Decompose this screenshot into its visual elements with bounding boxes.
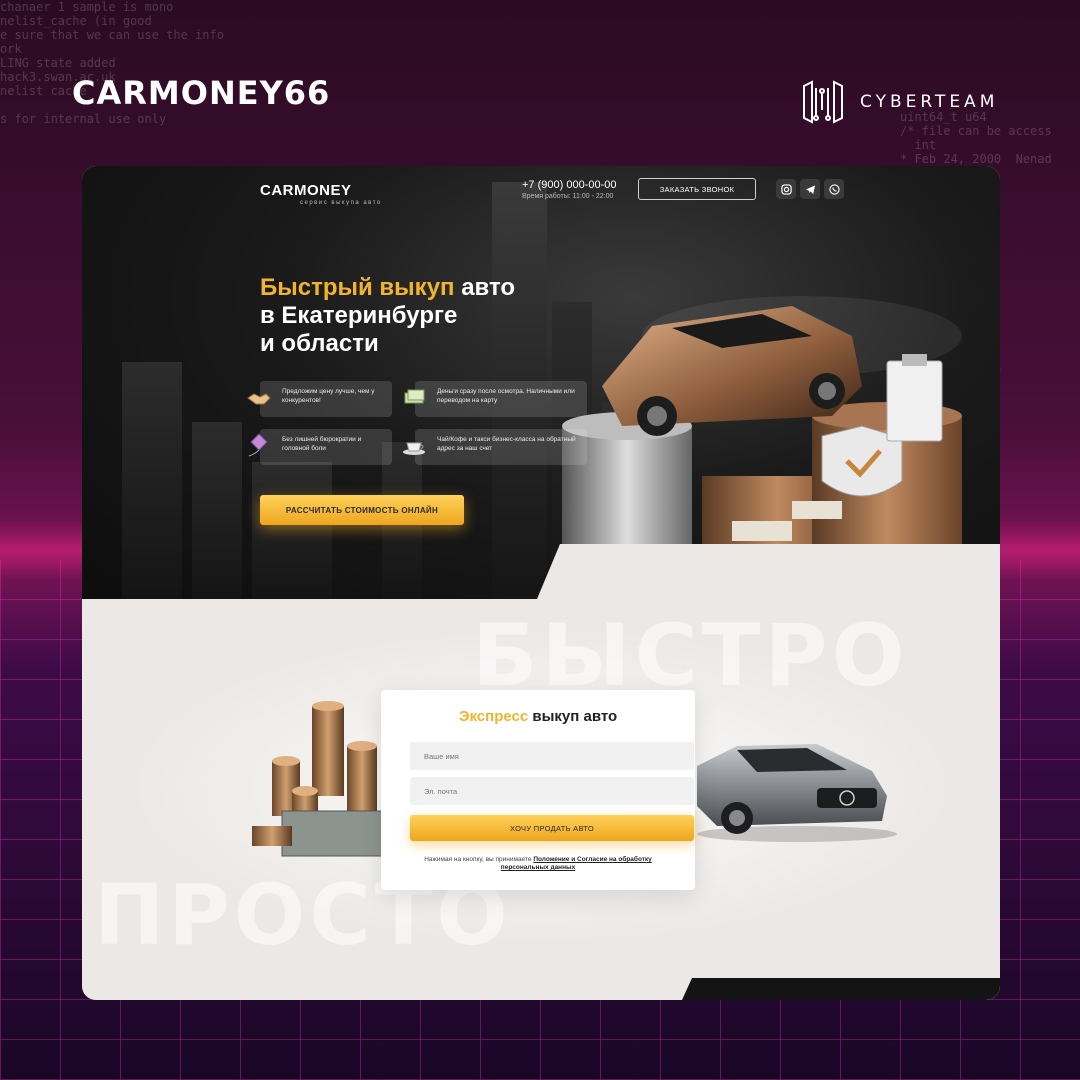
feature-text: Деньги сразу после осмотра. Наличными ил… <box>437 388 575 404</box>
logo-tagline: сервис выкупа авто <box>300 200 382 206</box>
hero-title-line-3: и области <box>260 330 379 357</box>
email-input[interactable] <box>410 777 694 805</box>
form-title: Экспресс выкуп авто <box>381 708 695 725</box>
agency-brand: CYBERTEAM <box>800 80 998 124</box>
feature-text: Предложим цену лучше, чем у конкурентов! <box>282 388 375 404</box>
name-input[interactable] <box>410 742 694 770</box>
hero-title-line-2: в Екатеринбурге <box>260 302 458 329</box>
consent-note: Нажимая на кнопку, вы принимаете Положен… <box>401 856 675 872</box>
coins-cash-illustration <box>252 701 383 857</box>
viber-icon[interactable] <box>824 179 844 199</box>
consent-prefix: Нажимая на кнопку, вы принимаете <box>424 856 534 863</box>
sell-car-button[interactable]: ХОЧУ ПРОДАТЬ АВТО <box>410 815 694 841</box>
kite-icon <box>248 433 268 457</box>
cyberteam-logo-icon <box>803 80 843 124</box>
feature-text: Без лишней бюрократии и головной боли <box>282 436 362 452</box>
site-logo[interactable]: CARMONEY сервис выкупа авто <box>260 182 382 206</box>
sedan-car-illustration <box>697 744 897 842</box>
telegram-icon[interactable] <box>800 179 820 199</box>
instagram-icon[interactable] <box>776 179 796 199</box>
logo-name: CARMONEY <box>260 182 352 199</box>
handshake-icon <box>247 393 271 405</box>
working-hours: Время работы: 11:00 - 22:00 <box>522 193 614 200</box>
calculate-price-button[interactable]: РАССЧИТАТЬ СТОИМОСТЬ ОНЛАЙН <box>260 495 464 525</box>
feature-coffee-taxi: Чай/Кофе и такси бизнес-класса на обратн… <box>415 429 587 465</box>
feature-text: Чай/Кофе и такси бизнес-класса на обратн… <box>437 436 576 452</box>
feature-instant-money: Деньги сразу после осмотра. Наличными ил… <box>415 381 587 417</box>
contact-phone[interactable]: +7 (900) 000-00-00 Время работы: 11:00 -… <box>522 179 616 200</box>
client-brand: CARMONEY66 <box>72 74 331 112</box>
callback-button[interactable]: ЗАКАЗАТЬ ЗВОНОК <box>638 178 756 200</box>
hero-title: Быстрый выкуп авто в Екатеринбурге и обл… <box>260 274 515 358</box>
agency-name: CYBERTEAM <box>860 92 999 112</box>
coffee-icon <box>403 442 425 455</box>
website-mockup: CARMONEY сервис выкупа авто +7 (900) 000… <box>82 166 1000 1000</box>
feature-best-price: Предложим цену лучше, чем у конкурентов! <box>260 381 392 417</box>
form-title-rest: выкуп авто <box>528 708 618 725</box>
phone-number[interactable]: +7 (900) 000-00-00 <box>522 179 616 191</box>
feature-no-bureaucracy: Без лишней бюрократии и головной боли <box>260 429 392 465</box>
form-title-accent: Экспресс <box>458 708 529 725</box>
hero-section: CARMONEY сервис выкупа авто +7 (900) 000… <box>82 166 1000 606</box>
hero-title-accent: Быстрый выкуп <box>260 274 455 301</box>
express-buyout-form: Экспресс выкуп авто ХОЧУ ПРОДАТЬ АВТО На… <box>381 690 695 890</box>
hero-title-rest: авто <box>454 274 516 301</box>
money-icon <box>404 389 425 404</box>
